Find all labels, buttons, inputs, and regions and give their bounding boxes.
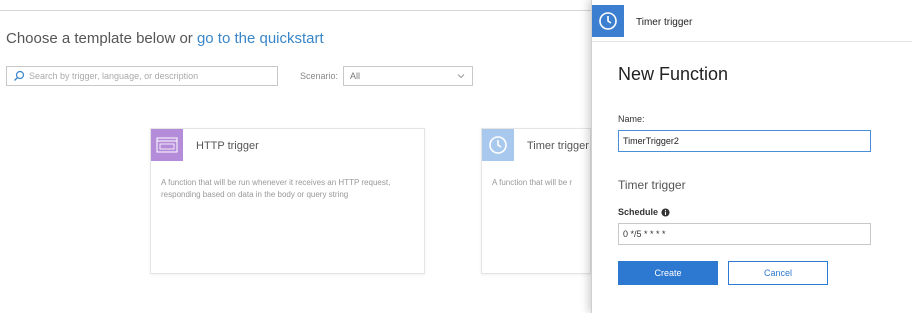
name-label: Name: <box>618 114 645 124</box>
function-name-input[interactable] <box>618 130 871 152</box>
card-title: Timer trigger <box>527 140 589 152</box>
template-card-http-trigger[interactable]: HTTP trigger A function that will be run… <box>150 128 425 274</box>
heading-text: Choose a template below or <box>6 30 193 47</box>
search-icon <box>14 70 25 81</box>
chevron-down-icon <box>457 74 465 79</box>
http-icon <box>151 129 183 161</box>
scenario-dropdown[interactable]: All <box>343 66 473 86</box>
panel-title: New Function <box>618 64 729 84</box>
create-button[interactable]: Create <box>618 261 718 285</box>
schedule-input[interactable] <box>618 223 871 245</box>
clock-icon <box>592 5 624 37</box>
schedule-label-text: Schedule <box>618 207 659 217</box>
search-input[interactable] <box>29 71 269 81</box>
page-heading: Choose a template below or go to the qui… <box>6 30 324 47</box>
info-icon[interactable] <box>661 207 670 217</box>
clock-icon <box>482 129 514 161</box>
card-title: HTTP trigger <box>196 140 259 152</box>
search-box[interactable] <box>6 66 278 86</box>
scenario-value: All <box>350 71 361 81</box>
card-description: A function that will be r <box>492 178 573 187</box>
panel-header: Timer trigger <box>592 0 912 42</box>
cancel-button[interactable]: Cancel <box>728 261 828 285</box>
card-description: A function that will be run whenever it … <box>161 178 391 199</box>
section-title: Timer trigger <box>618 178 686 192</box>
schedule-label: Schedule <box>618 207 670 217</box>
panel-header-title: Timer trigger <box>636 17 693 28</box>
new-function-panel: Timer trigger New Function Name: Timer t… <box>591 0 912 313</box>
template-card-timer-trigger[interactable]: Timer trigger A function that will be r <box>481 128 591 274</box>
scenario-label: Scenario: <box>300 71 339 81</box>
quickstart-link[interactable]: go to the quickstart <box>197 30 324 47</box>
